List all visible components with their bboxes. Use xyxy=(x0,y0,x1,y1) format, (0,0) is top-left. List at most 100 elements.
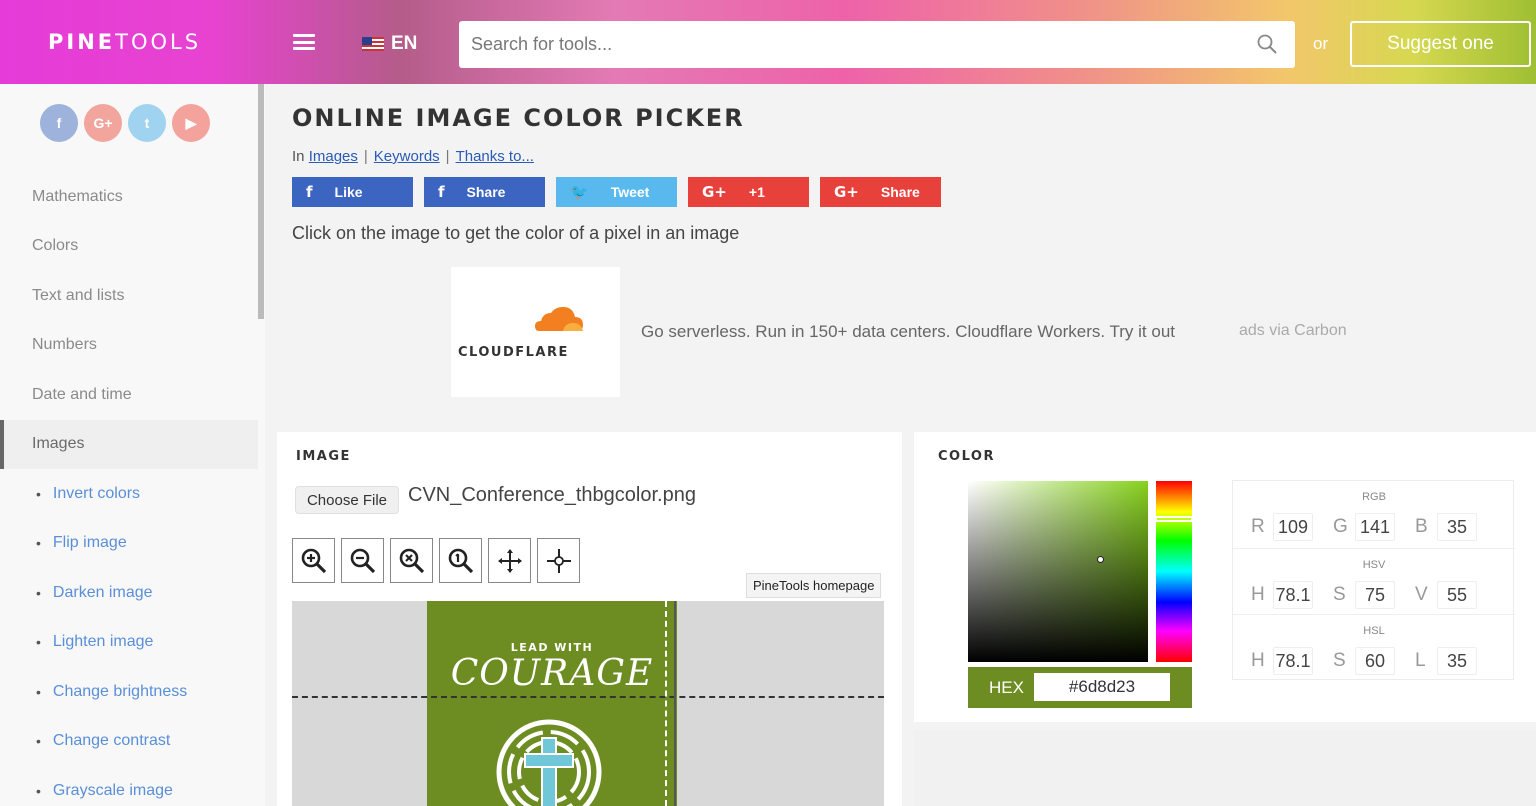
hex-label: HEX xyxy=(989,678,1024,697)
hue-slider-handle[interactable] xyxy=(1155,516,1193,522)
breadcrumb-images-link[interactable]: Images xyxy=(309,148,358,165)
google-plus-one-button[interactable]: G+ +1 xyxy=(688,177,809,207)
hsv-group: HSV H 78.1 S 75 V 55 xyxy=(1233,548,1515,614)
breadcrumb-keywords-link[interactable]: Keywords xyxy=(374,148,440,165)
color-values-table: RGB R 109 G 141 B 35 HSV H 78.1 S 75 V 55 HSL … xyxy=(1232,480,1515,680)
social-links: f G+ t ▶ xyxy=(40,104,210,142)
crosshair-icon xyxy=(546,548,571,573)
choose-file-button[interactable]: Choose File xyxy=(295,486,399,514)
breadcrumb-thanks-link[interactable]: Thanks to... xyxy=(456,148,534,165)
language-selector[interactable]: EN xyxy=(362,33,417,55)
share-label: Like xyxy=(334,184,363,200)
h-label: H xyxy=(1251,650,1265,671)
zoom-in-button[interactable] xyxy=(292,538,335,583)
zoom-reset-icon xyxy=(399,548,424,573)
share-buttons: f Like f Share 🐦 Tweet G+ +1 G+ Share xyxy=(292,177,941,207)
g-value[interactable]: 141 xyxy=(1355,513,1395,541)
google-plus-icon: G+ xyxy=(834,183,859,201)
zoom-actual-size-icon xyxy=(448,548,473,573)
breadcrumb-prefix: In xyxy=(292,148,305,165)
sidebar-scrollbar[interactable] xyxy=(258,84,264,319)
sidebar: f G+ t ▶ Mathematics Colors Text and lis… xyxy=(0,84,265,806)
nav-subitem-change-brightness[interactable]: Change brightness xyxy=(0,667,258,717)
pan-button[interactable] xyxy=(488,538,531,583)
image-courage-text: COURAGE xyxy=(450,653,654,694)
r-label: R xyxy=(1251,516,1265,537)
facebook-icon[interactable]: f xyxy=(40,104,78,142)
zoom-in-icon xyxy=(301,548,326,573)
google-plus-share-button[interactable]: G+ Share xyxy=(820,177,941,207)
crosshair-button[interactable] xyxy=(537,538,580,583)
language-label: EN xyxy=(391,33,418,54)
nav-subitem-lighten-image[interactable]: Lighten image xyxy=(0,618,258,668)
cloudflare-wordmark: CLOUDFLARE xyxy=(458,345,569,360)
r-value[interactable]: 109 xyxy=(1273,513,1313,541)
nav-item-mathematics[interactable]: Mathematics xyxy=(0,172,258,222)
nav-subitem-flip-image[interactable]: Flip image xyxy=(0,519,258,569)
ad-text[interactable]: Go serverless. Run in 150+ data centers.… xyxy=(641,322,1175,342)
image-edge-line xyxy=(674,601,676,806)
cloudflare-ad-logo[interactable]: CLOUDFLARE xyxy=(451,267,620,397)
zoom-out-icon xyxy=(350,548,375,573)
us-flag-icon xyxy=(362,37,384,51)
share-label: Share xyxy=(466,184,506,200)
ads-via-carbon-link[interactable]: ads via Carbon xyxy=(1239,322,1347,340)
search-input[interactable] xyxy=(471,30,1231,58)
move-icon xyxy=(497,548,522,573)
saturation-value-picker[interactable] xyxy=(968,481,1148,662)
suggest-one-button[interactable]: Suggest one xyxy=(1350,21,1531,67)
logo-bold-text: PINE xyxy=(48,30,116,54)
share-label: +1 xyxy=(748,184,765,200)
twitter-icon[interactable]: t xyxy=(128,104,166,142)
hsl-h-value[interactable]: 78.1 xyxy=(1273,647,1313,675)
zoom-actual-size-button[interactable] xyxy=(439,538,482,583)
crosshair-vertical-line xyxy=(665,601,667,806)
tweet-button[interactable]: 🐦 Tweet xyxy=(556,177,677,207)
nav-item-text-and-lists[interactable]: Text and lists xyxy=(0,271,258,321)
facebook-icon: f xyxy=(438,183,445,201)
youtube-icon[interactable]: ▶ xyxy=(172,104,210,142)
nav-subitem-invert-colors[interactable]: Invert colors xyxy=(0,469,258,519)
hsl-s-value[interactable]: 60 xyxy=(1355,647,1395,675)
nav-subitem-darken-image[interactable]: Darken image xyxy=(0,568,258,618)
pinetools-logo[interactable]: PINETOOLS xyxy=(48,30,201,54)
nav-item-colors[interactable]: Colors xyxy=(0,222,258,272)
rgb-group: RGB R 109 G 141 B 35 xyxy=(1233,481,1515,547)
facebook-like-button[interactable]: f Like xyxy=(292,177,413,207)
image-canvas[interactable]: LEAD WITH COURAGE xyxy=(292,601,884,806)
nav-item-numbers[interactable]: Numbers xyxy=(0,321,258,371)
cross-emblem-icon xyxy=(496,719,602,806)
facebook-share-button[interactable]: f Share xyxy=(424,177,545,207)
hex-input[interactable] xyxy=(1034,673,1170,701)
b-value[interactable]: 35 xyxy=(1437,513,1477,541)
nav-subitem-change-contrast[interactable]: Change contrast xyxy=(0,717,258,767)
hex-row: HEX xyxy=(968,667,1192,708)
hsv-h-value[interactable]: 78.1 xyxy=(1273,581,1313,609)
hsl-title: HSL xyxy=(1363,625,1385,637)
zoom-reset-button[interactable] xyxy=(390,538,433,583)
facebook-icon: f xyxy=(306,183,313,201)
top-bar: PINETOOLS EN or Suggest one xyxy=(0,0,1536,84)
nav-item-date-and-time[interactable]: Date and time xyxy=(0,370,258,420)
search-icon[interactable] xyxy=(1257,34,1277,54)
file-name: CVN_Conference_thbgcolor.png xyxy=(408,484,696,506)
hsv-v-value[interactable]: 55 xyxy=(1437,581,1477,609)
instructions-text: Click on the image to get the color of a… xyxy=(292,223,740,243)
faint-background-block xyxy=(914,730,1536,806)
s-label: S xyxy=(1333,584,1346,605)
uploaded-image[interactable]: LEAD WITH COURAGE xyxy=(427,601,677,806)
zoom-out-button[interactable] xyxy=(341,538,384,583)
s-label: S xyxy=(1333,650,1346,671)
google-plus-icon: G+ xyxy=(702,183,727,201)
search-box xyxy=(459,21,1295,68)
hsv-s-value[interactable]: 75 xyxy=(1355,581,1395,609)
google-plus-icon[interactable]: G+ xyxy=(84,104,122,142)
nav-item-images[interactable]: Images xyxy=(0,419,258,469)
nav-subitem-grayscale-image[interactable]: Grayscale image xyxy=(0,766,258,806)
homepage-tooltip: PineTools homepage xyxy=(746,573,882,598)
hsl-l-value[interactable]: 35 xyxy=(1437,647,1477,675)
share-label: Share xyxy=(880,184,920,200)
hue-slider[interactable] xyxy=(1156,481,1192,662)
color-picker-cursor[interactable] xyxy=(1097,556,1104,563)
menu-icon[interactable] xyxy=(293,34,315,50)
